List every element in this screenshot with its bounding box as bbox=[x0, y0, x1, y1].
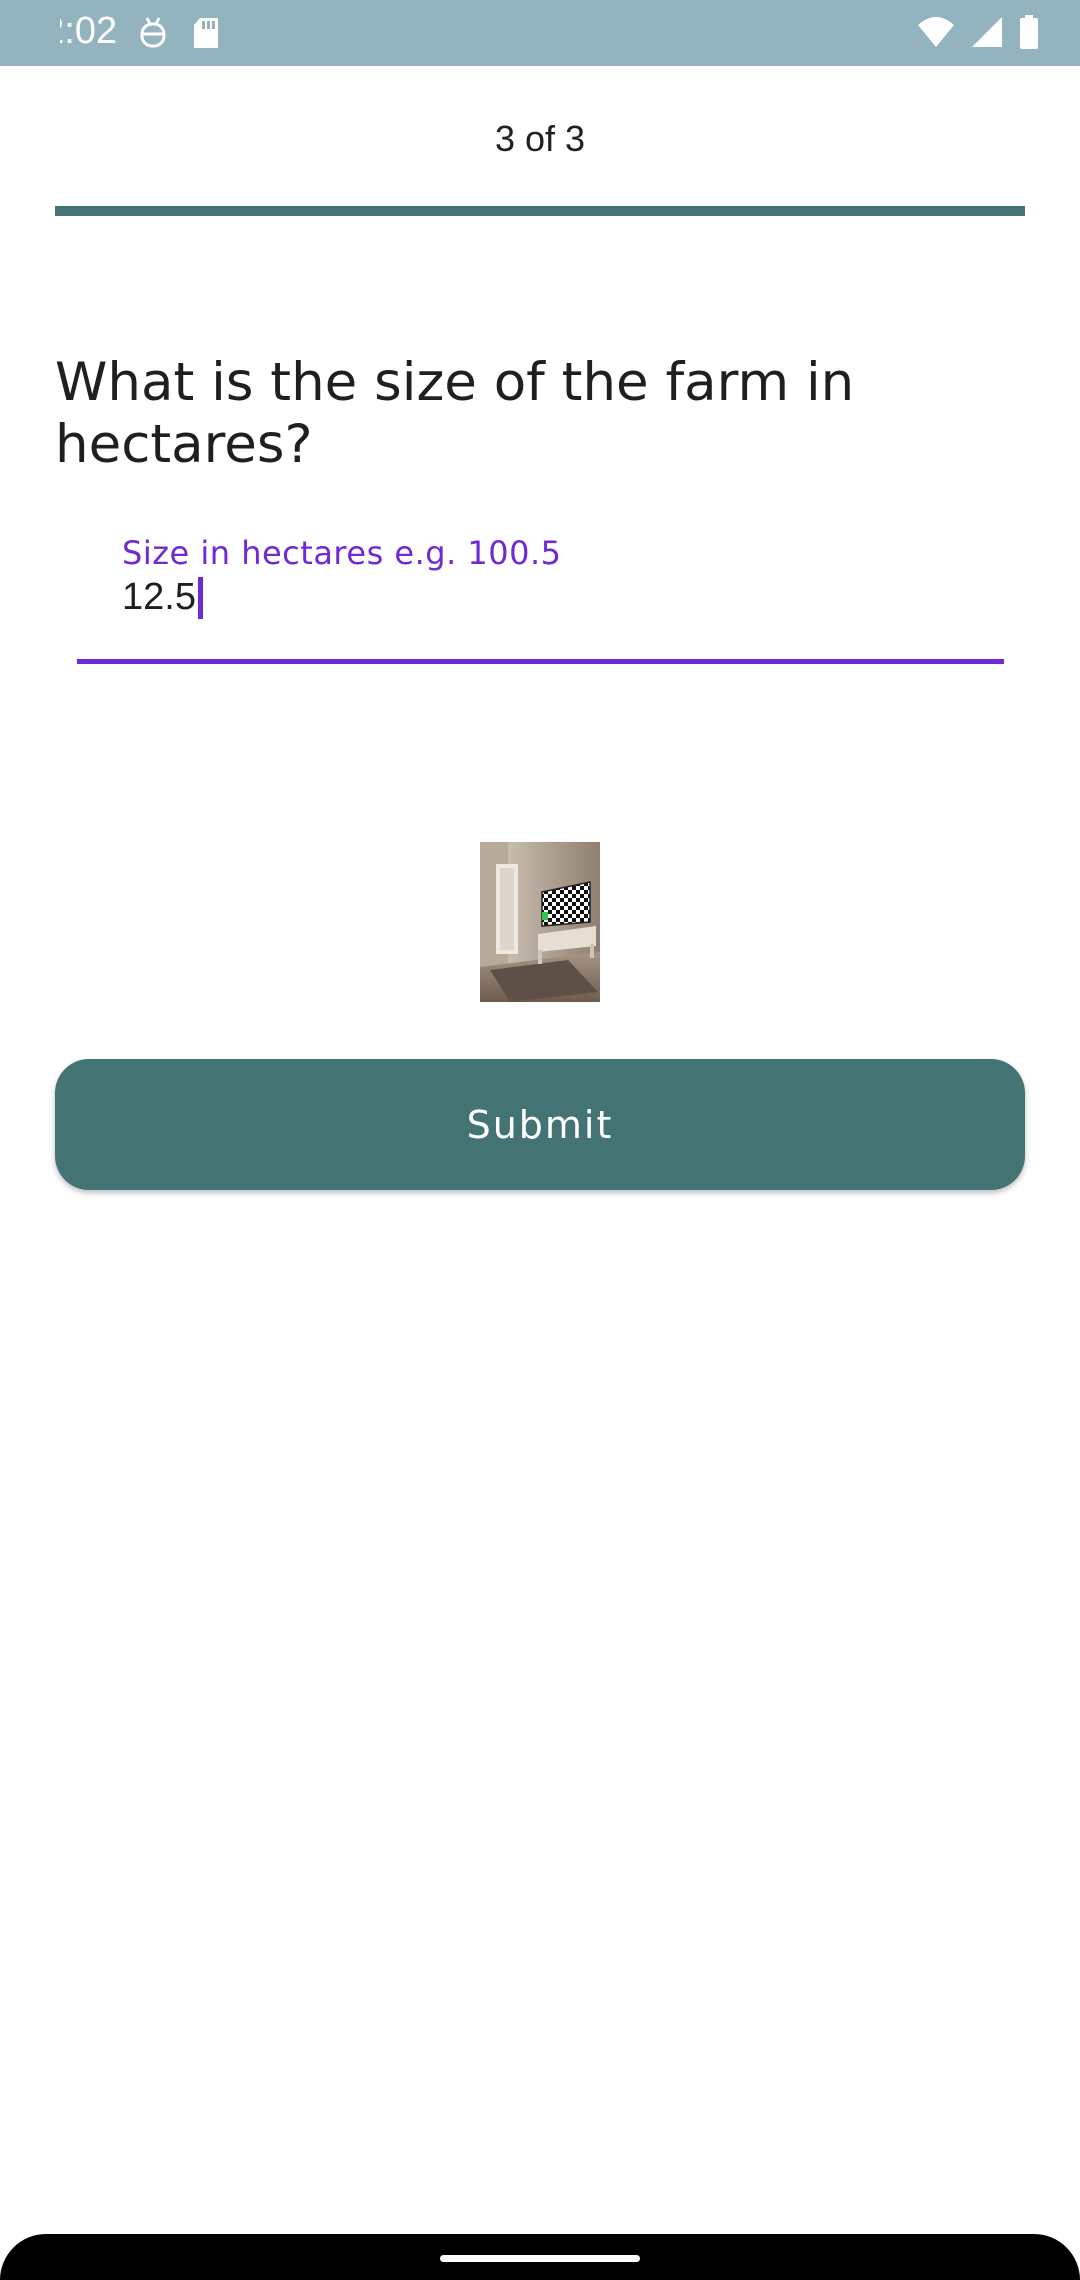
wifi-icon bbox=[916, 15, 956, 54]
size-input-value[interactable]: 12.5 bbox=[122, 576, 196, 619]
size-input[interactable]: 12.5 bbox=[122, 576, 203, 619]
question-title: What is the size of the farm in hectares… bbox=[55, 352, 855, 475]
status-bar: 12:02 bbox=[0, 0, 1080, 66]
cell-signal-icon bbox=[970, 15, 1004, 54]
size-input-label: Size in hectares e.g. 100.5 bbox=[122, 534, 562, 572]
status-time: 12:02 bbox=[22, 10, 118, 52]
submit-button[interactable]: Submit bbox=[55, 1059, 1025, 1190]
progress-bar-fill bbox=[55, 206, 1025, 216]
size-input-field[interactable]: Size in hectares e.g. 100.5 12.5 bbox=[77, 528, 1004, 664]
sd-card-icon bbox=[192, 16, 220, 55]
progress-label: 3 of 3 bbox=[494, 118, 586, 159]
status-left-icons bbox=[138, 16, 220, 55]
android-debug-icon bbox=[138, 16, 168, 55]
progress-bar bbox=[55, 206, 1025, 216]
text-caret bbox=[197, 576, 203, 619]
status-right-icons bbox=[916, 14, 1040, 55]
battery-icon bbox=[1018, 14, 1040, 55]
home-handle[interactable] bbox=[440, 2255, 640, 2262]
size-input-underline bbox=[77, 659, 1004, 664]
room-photo-thumbnail[interactable] bbox=[480, 842, 600, 1002]
